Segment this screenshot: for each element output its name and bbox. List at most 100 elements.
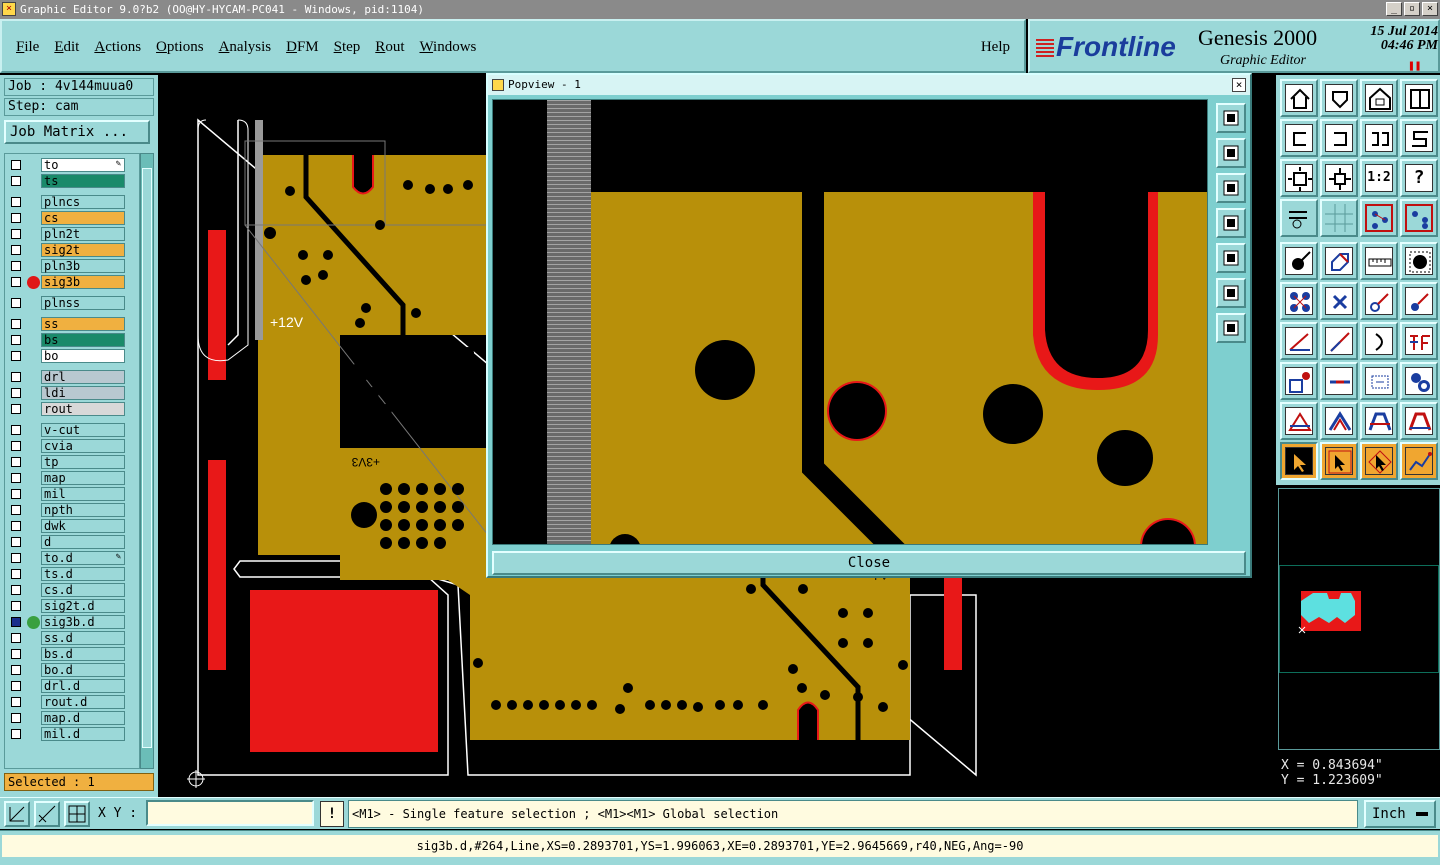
layer-checkbox[interactable] bbox=[11, 697, 21, 707]
layer-checkbox[interactable] bbox=[11, 713, 21, 723]
layer-row-sig3b[interactable]: sig3b bbox=[7, 275, 137, 289]
layer-checkbox[interactable] bbox=[11, 404, 21, 414]
delete-button[interactable] bbox=[1320, 282, 1358, 320]
popview-zoom-fit-button[interactable] bbox=[1216, 278, 1246, 308]
measure-button[interactable] bbox=[1360, 242, 1398, 280]
angle-button[interactable] bbox=[1280, 322, 1318, 360]
connect-button[interactable] bbox=[1280, 282, 1318, 320]
close-window-button[interactable]: × bbox=[1422, 2, 1438, 16]
zoom-center-button[interactable] bbox=[1320, 159, 1358, 197]
units-dropdown[interactable]: Inch bbox=[1364, 800, 1436, 828]
maximize-button[interactable]: ▫ bbox=[1404, 2, 1420, 16]
popview-zoom-extents-button[interactable] bbox=[1216, 313, 1246, 343]
layer-row-ss-d[interactable]: ss.d bbox=[7, 631, 137, 645]
layer-row-mil-d[interactable]: mil.d bbox=[7, 727, 137, 741]
layer-checkbox[interactable] bbox=[11, 521, 21, 531]
layer-checkbox[interactable] bbox=[11, 553, 21, 563]
layer-row-bs[interactable]: bs bbox=[7, 333, 137, 347]
layer-row-dwk[interactable]: dwk bbox=[7, 519, 137, 533]
snap-settings-button[interactable] bbox=[1280, 199, 1318, 237]
pan-right-button[interactable] bbox=[1320, 119, 1358, 157]
layer-row-to[interactable]: to ✎ bbox=[7, 158, 137, 172]
text-button[interactable] bbox=[1400, 322, 1438, 360]
popview-title-bar[interactable]: Popview - 1 × bbox=[488, 75, 1250, 95]
grid-button[interactable] bbox=[1320, 199, 1358, 237]
layer-row-map[interactable]: map bbox=[7, 471, 137, 485]
layer-checkbox[interactable] bbox=[11, 489, 21, 499]
layer-checkbox[interactable] bbox=[11, 729, 21, 739]
layer-checkbox[interactable] bbox=[11, 160, 21, 170]
layer-checkbox[interactable] bbox=[11, 213, 21, 223]
pause-icon[interactable]: ❚❚ bbox=[1408, 59, 1421, 72]
netlist-button[interactable] bbox=[1400, 199, 1438, 237]
scale-1-2-button[interactable]: 1:2 bbox=[1360, 159, 1398, 197]
layer-checkbox[interactable] bbox=[11, 505, 21, 515]
layer-checkbox[interactable] bbox=[11, 537, 21, 547]
layer-checkbox[interactable] bbox=[11, 229, 21, 239]
layer-checkbox[interactable] bbox=[11, 585, 21, 595]
polygon-4-button[interactable] bbox=[1400, 402, 1438, 440]
help-button[interactable]: ? bbox=[1400, 159, 1438, 197]
layer-row-cvia[interactable]: cvia bbox=[7, 439, 137, 453]
copy-button[interactable] bbox=[1400, 282, 1438, 320]
polygon-1-button[interactable] bbox=[1280, 402, 1318, 440]
scrollbar-thumb[interactable] bbox=[142, 168, 152, 748]
popview-zoom-in-button[interactable] bbox=[1216, 103, 1246, 133]
layer-row-sig3b-d[interactable]: sig3b.d bbox=[7, 615, 137, 629]
polygon-3-button[interactable] bbox=[1360, 402, 1398, 440]
layer-checkbox[interactable] bbox=[11, 335, 21, 345]
popview-close-button[interactable]: Close bbox=[492, 551, 1246, 575]
cutout-button[interactable] bbox=[1400, 362, 1438, 400]
menu-analysis[interactable]: Analysis bbox=[219, 39, 272, 56]
layer-compare-button[interactable] bbox=[1360, 199, 1398, 237]
layer-row-sig2t-d[interactable]: sig2t.d bbox=[7, 599, 137, 613]
menu-help[interactable]: Help bbox=[981, 39, 1010, 56]
fit-view-button[interactable] bbox=[1360, 79, 1398, 117]
select-mode-button[interactable] bbox=[1280, 442, 1318, 480]
layer-checkbox[interactable] bbox=[11, 388, 21, 398]
layer-row-plnss[interactable]: plnss bbox=[7, 296, 137, 310]
layer-checkbox[interactable] bbox=[11, 245, 21, 255]
layer-checkbox[interactable] bbox=[11, 319, 21, 329]
popview-zoom-top-button[interactable] bbox=[1216, 138, 1246, 168]
layer-row-bs-d[interactable]: bs.d bbox=[7, 647, 137, 661]
flip-button[interactable] bbox=[1400, 119, 1438, 157]
select-window-button[interactable] bbox=[1320, 442, 1358, 480]
layer-checkbox[interactable] bbox=[11, 665, 21, 675]
menu-dfm[interactable]: DFM bbox=[286, 39, 319, 56]
zoom-extents-button[interactable] bbox=[1280, 159, 1318, 197]
arc-button[interactable] bbox=[1360, 322, 1398, 360]
trace-button[interactable] bbox=[1320, 362, 1358, 400]
layer-row-cs-d[interactable]: cs.d bbox=[7, 583, 137, 597]
layer-row-to-d[interactable]: to.d ✎ bbox=[7, 551, 137, 565]
select-net-button[interactable] bbox=[1400, 442, 1438, 480]
move-button[interactable] bbox=[1360, 282, 1398, 320]
layer-row-ss[interactable]: ss bbox=[7, 317, 137, 331]
layer-row-map-d[interactable]: map.d bbox=[7, 711, 137, 725]
select-poly-button[interactable] bbox=[1360, 442, 1398, 480]
pan-left-button[interactable] bbox=[1280, 119, 1318, 157]
layer-row-cs[interactable]: cs bbox=[7, 211, 137, 225]
layer-row-bo[interactable]: bo bbox=[7, 349, 137, 363]
line-button[interactable] bbox=[1320, 322, 1358, 360]
layer-checkbox[interactable] bbox=[11, 617, 21, 627]
layer-row-mil[interactable]: mil bbox=[7, 487, 137, 501]
pad-button[interactable] bbox=[1280, 362, 1318, 400]
overview-panel[interactable] bbox=[1278, 488, 1440, 750]
warning-button[interactable]: ! bbox=[320, 801, 344, 827]
layer-row-ts-d[interactable]: ts.d bbox=[7, 567, 137, 581]
layer-row-v-cut[interactable]: v-cut bbox=[7, 423, 137, 437]
angle-snap-button[interactable] bbox=[34, 801, 60, 827]
minimize-button[interactable]: _ bbox=[1386, 2, 1402, 16]
menu-edit[interactable]: Edit bbox=[54, 39, 79, 56]
layer-row-d[interactable]: d bbox=[7, 535, 137, 549]
popview-close-icon[interactable]: × bbox=[1232, 78, 1246, 92]
layer-row-rout[interactable]: rout bbox=[7, 402, 137, 416]
menu-actions[interactable]: Actions bbox=[94, 39, 141, 56]
layer-row-rout-d[interactable]: rout.d bbox=[7, 695, 137, 709]
layer-checkbox[interactable] bbox=[11, 441, 21, 451]
layer-checkbox[interactable] bbox=[11, 425, 21, 435]
layer-row-tp[interactable]: tp bbox=[7, 455, 137, 469]
menu-rout[interactable]: Rout bbox=[375, 39, 404, 56]
layer-row-npth[interactable]: npth bbox=[7, 503, 137, 517]
